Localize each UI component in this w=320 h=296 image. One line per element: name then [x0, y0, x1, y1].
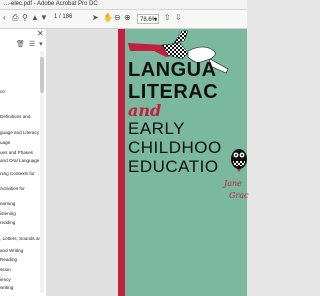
title-bar: ...-elec.pdf - Adobe Acrobat Pro DC — [0, 0, 247, 10]
cover-title-line-2: LITERAC — [128, 81, 219, 103]
zoom-out-icon[interactable]: ⊖ — [114, 13, 121, 23]
cover-title-line-3: EARLY — [128, 119, 185, 138]
zoom-in-icon[interactable]: ⊕ — [124, 13, 131, 23]
page-up-icon[interactable]: ▲ — [31, 13, 39, 23]
sidebar-scrollbar[interactable] — [40, 51, 44, 293]
bookmarks-panel: ✕ 🗑 ☰ ▾ ce Definitions and guage and Liter… — [0, 29, 47, 296]
bookmark-item[interactable]: writing — [0, 285, 40, 291]
bookmark-item[interactable]: and Oral Language — [0, 158, 40, 164]
cover-title-line-5: EDUCATIO — [128, 157, 219, 176]
bookmark-item[interactable]: Activities for — [0, 186, 40, 192]
select-icon[interactable]: ➤ — [92, 13, 99, 23]
page-down-icon[interactable]: ▼ — [40, 13, 48, 23]
scrollbar-thumb[interactable] — [40, 57, 44, 93]
close-icon[interactable]: ✕ — [37, 29, 44, 38]
hand-icon[interactable]: ✋ — [103, 13, 113, 23]
bookmark-item[interactable]: iency — [0, 277, 40, 283]
page-indicator[interactable]: 1 / 186 — [54, 14, 72, 20]
bookmark-item[interactable]: ues and Phases — [0, 150, 40, 156]
bookmark-item[interactable]: uage — [0, 140, 40, 146]
print-icon[interactable]: ⎙ — [12, 13, 18, 23]
bookmark-item[interactable]: Definitions and — [0, 114, 40, 120]
back-icon[interactable]: ‹ — [3, 13, 6, 23]
upload-icon[interactable]: ⇧ — [164, 13, 171, 23]
window-title: ...-elec.pdf - Adobe Acrobat Pro DC — [4, 1, 98, 7]
outline-icon[interactable]: ☰ — [29, 41, 35, 48]
bookmark-item[interactable]: earning — [0, 201, 40, 207]
bookmark-item[interactable]: , Letters, Sounds and — [0, 236, 40, 242]
bookmark-item[interactable]: ning Contexts for — [0, 171, 40, 177]
cover-title-and: and — [128, 101, 162, 120]
document-background — [46, 29, 118, 296]
bookmark-item[interactable]: Reading — [0, 257, 40, 263]
bookmark-item[interactable]: guage and Literacy — [0, 130, 40, 136]
bookmark-tools: 🗑 ☰ ▾ — [16, 40, 47, 48]
cover-title-line-4: CHILDHOO — [128, 138, 222, 157]
cover-author-line-1: Jane — [224, 179, 242, 188]
cover-title-line-1: LANGUA — [128, 59, 217, 81]
zoom-select[interactable]: 78.6% ▾ — [137, 14, 159, 24]
bookmark-item[interactable]: and Writing — [0, 248, 40, 254]
bookmark-item[interactable]: ce — [0, 89, 40, 95]
options-icon[interactable]: ▾ — [39, 41, 43, 48]
bookmark-item[interactable]: ssion — [0, 267, 40, 273]
search-icon[interactable]: ⚲ — [22, 13, 28, 23]
download-icon[interactable]: ⇩ — [175, 13, 182, 23]
delete-icon[interactable]: 🗑 — [16, 41, 25, 48]
cover-author-line-2: Grac — [229, 191, 249, 200]
bookmark-item[interactable]: reading — [0, 220, 40, 226]
bookmark-item[interactable]: istening — [0, 211, 40, 217]
chevron-down-icon: ▾ — [153, 17, 157, 23]
toolbar: ‹ ⎙ ⚲ ▲ ▼ 1 / 186 ➤ ✋ ⊖ ⊕ 78.6% ▾ ⇧ ⇩ — [0, 10, 247, 29]
